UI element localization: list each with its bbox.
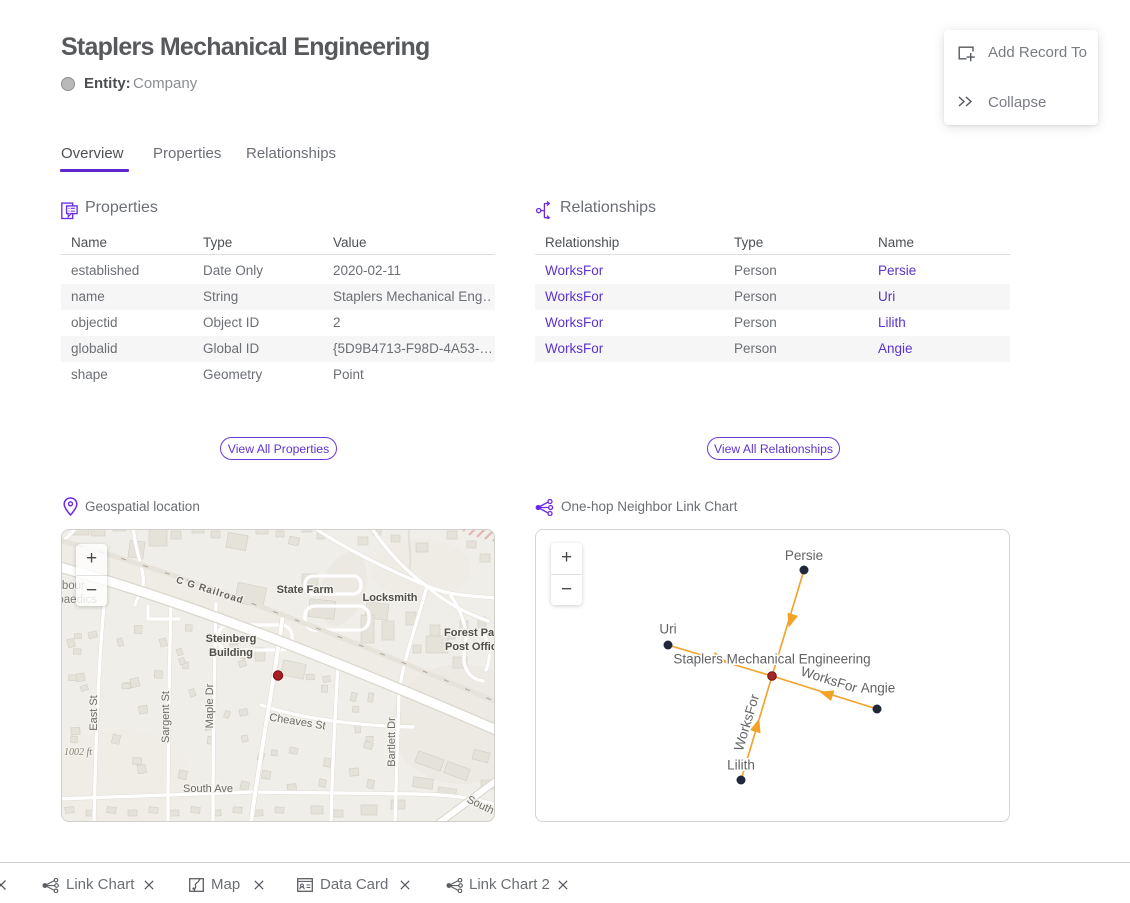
svg-text:Uri: Uri: [659, 622, 676, 637]
svg-text:WorksFor: WorksFor: [799, 664, 860, 696]
svg-text:Persie: Persie: [785, 548, 823, 563]
svg-text:Staplers Mechanical Engineerin: Staplers Mechanical Engineering: [673, 652, 870, 667]
svg-text:Lilith: Lilith: [727, 758, 755, 773]
svg-text:Angie: Angie: [861, 681, 896, 696]
